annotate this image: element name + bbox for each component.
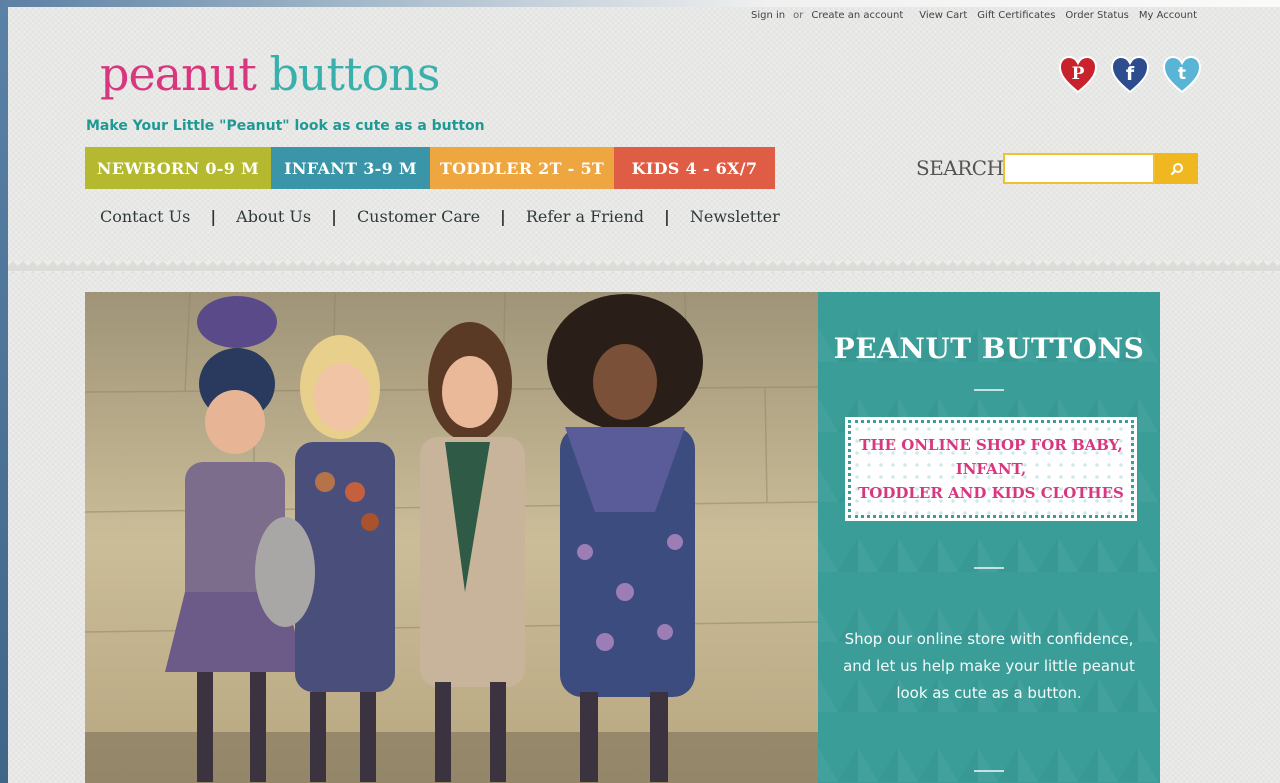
hero-copy: Shop our online store with confidence, a… (828, 626, 1150, 707)
hero-info-panel: PEANUT BUTTONS THE ONLINE SHOP FOR BABY,… (818, 292, 1160, 783)
nav-customer-care[interactable]: Customer Care (357, 207, 480, 226)
svg-text:P: P (1072, 64, 1085, 84)
tagline: Make Your Little "Peanut" look as cute a… (86, 118, 485, 134)
nav-divider: | (500, 207, 506, 226)
nav-contact-us[interactable]: Contact Us (100, 207, 190, 226)
sign-in-link[interactable]: Sign in (751, 10, 785, 21)
hero-title: PEANUT BUTTONS (833, 332, 1145, 365)
nav-divider: | (664, 207, 670, 226)
nav-newsletter[interactable]: Newsletter (690, 207, 780, 226)
hero-photo[interactable] (85, 292, 818, 783)
twitter-icon[interactable]: t (1162, 55, 1202, 95)
nav-divider: | (331, 207, 337, 226)
stamp-line: THE ONLINE SHOP FOR BABY, (859, 436, 1123, 454)
category-nav: NEWBORN 0-9 M INFANT 3-9 M TODDLER 2T - … (85, 147, 775, 189)
order-status-link[interactable]: Order Status (1065, 10, 1128, 21)
copy-line: Shop our online store with confidence, (844, 630, 1134, 648)
utility-links: Sign in or Create an account View Cart G… (751, 10, 1197, 21)
site-logo[interactable]: peanut buttons (100, 51, 440, 97)
category-newborn[interactable]: NEWBORN 0-9 M (85, 147, 271, 189)
facebook-icon[interactable]: f (1110, 55, 1150, 95)
divider-dash (974, 567, 1004, 569)
stamp-line: INFANT, (955, 460, 1027, 478)
my-account-link[interactable]: My Account (1139, 10, 1197, 21)
search-input[interactable] (1003, 153, 1155, 184)
stamp-line: TODDLER AND KIDS CLOTHES (858, 484, 1124, 502)
category-kids[interactable]: KIDS 4 - 6X/7 (614, 147, 775, 189)
social-links: P f t (1058, 55, 1202, 95)
svg-text:f: f (1126, 63, 1135, 85)
view-cart-link[interactable]: View Cart (919, 10, 967, 21)
top-edge-strip (0, 0, 1280, 7)
gift-certificates-link[interactable]: Gift Certificates (977, 10, 1055, 21)
divider-dash (974, 389, 1004, 391)
logo-word-buttons: buttons (269, 47, 440, 101)
left-edge-strip (0, 0, 8, 783)
nav-refer-a-friend[interactable]: Refer a Friend (526, 207, 644, 226)
logo-word-peanut: peanut (100, 47, 257, 101)
search-button[interactable] (1155, 153, 1198, 184)
or-text: or (793, 10, 804, 21)
pinterest-icon[interactable]: P (1058, 55, 1098, 95)
svg-text:t: t (1178, 64, 1186, 84)
category-toddler[interactable]: TODDLER 2T - 5T (430, 147, 614, 189)
tagline-stamp: THE ONLINE SHOP FOR BABY, INFANT, TODDLE… (845, 417, 1137, 521)
page: Sign in or Create an account View Cart G… (8, 7, 1280, 783)
search-label: SEARCH: (916, 156, 1010, 180)
nav-divider: | (210, 207, 217, 226)
search-icon (1170, 162, 1183, 175)
copy-line: and let us help make your little peanut (843, 657, 1135, 675)
hero-banner: PEANUT BUTTONS THE ONLINE SHOP FOR BABY,… (85, 292, 1160, 783)
divider-dash (974, 770, 1004, 772)
zigzag-divider (8, 261, 1280, 273)
category-infant[interactable]: INFANT 3-9 M (271, 147, 430, 189)
secondary-nav: Contact Us | About Us | Customer Care | … (100, 207, 780, 226)
create-account-link[interactable]: Create an account (811, 10, 903, 21)
nav-about-us[interactable]: About Us (236, 207, 311, 226)
copy-line: look as cute as a button. (896, 684, 1082, 702)
